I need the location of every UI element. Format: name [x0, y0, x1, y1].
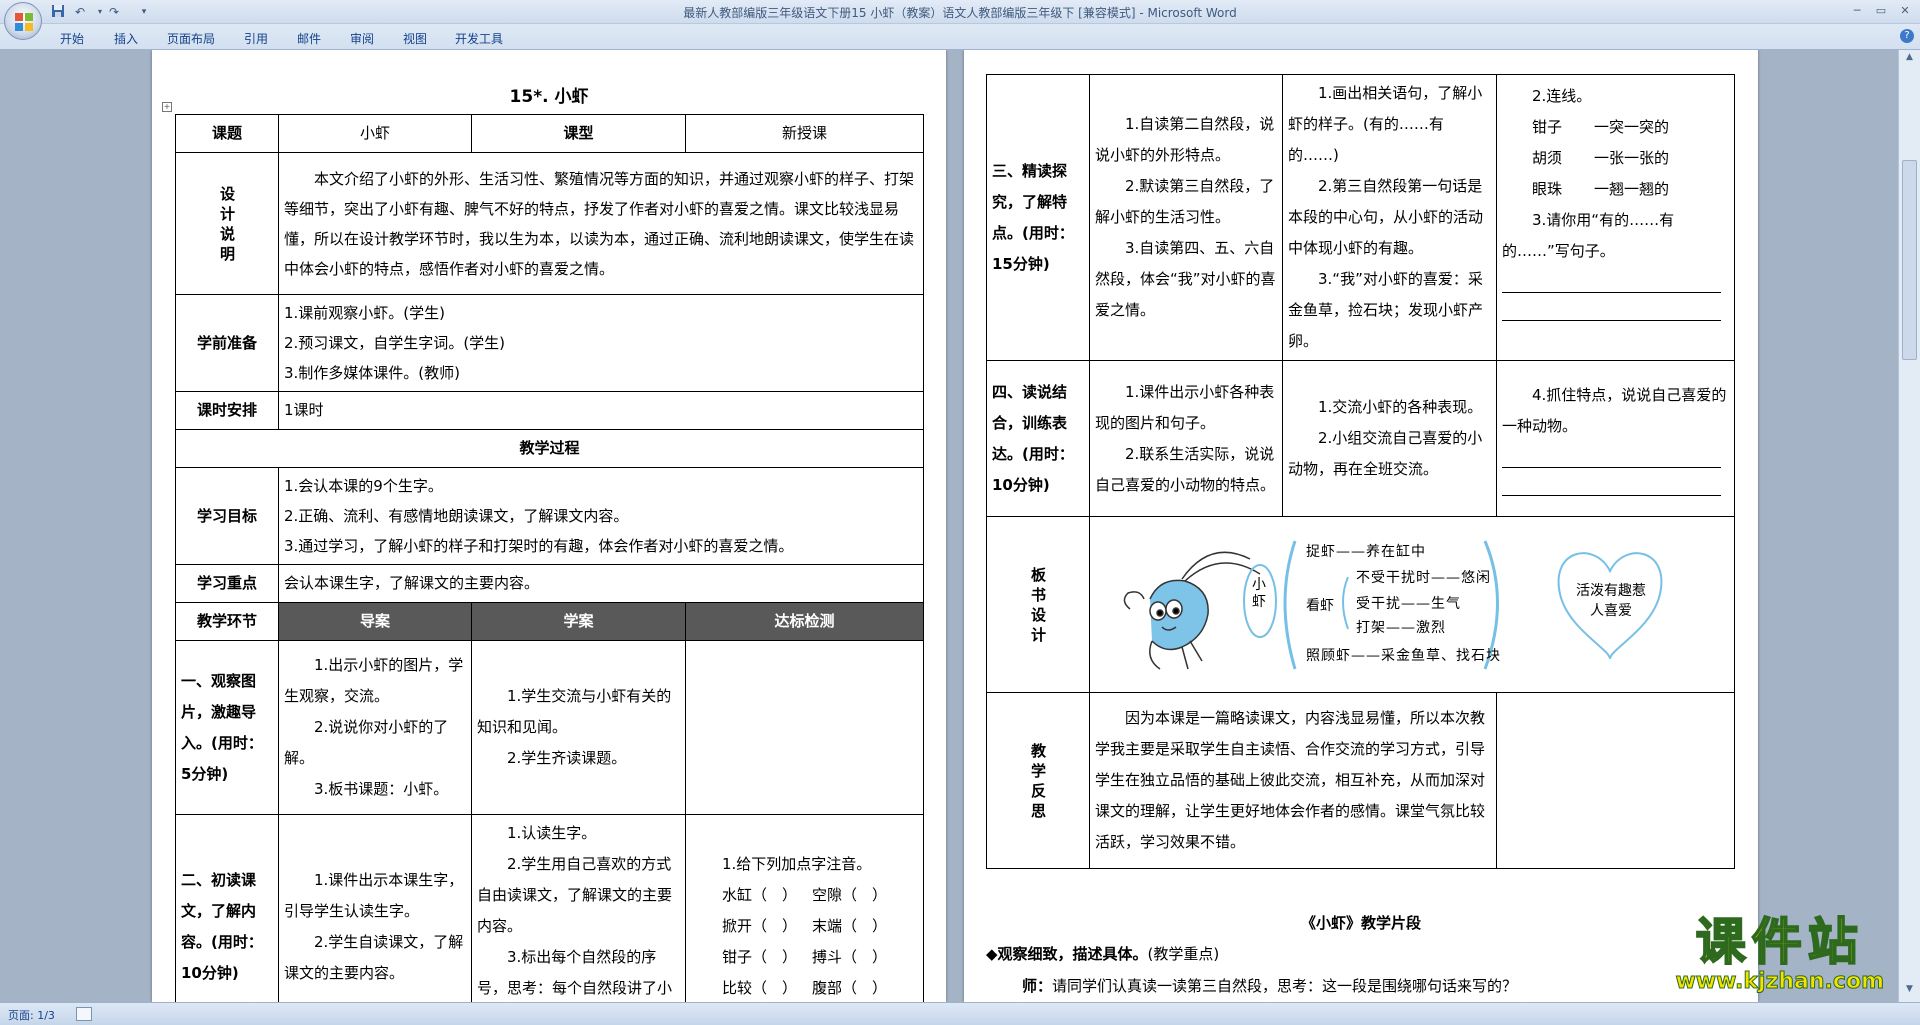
lesson-plan-table: 课题 小虾 课型 新授课 设计说明 本文介绍了小虾的外形、生活习性、繁殖情况等方… — [175, 114, 924, 1002]
page-1: 15*. 小虾 + 课题 小虾 课型 新授课 设计说明 本文介绍了小虾的外形、生… — [152, 50, 946, 1002]
tab-review[interactable]: 审阅 — [350, 30, 374, 47]
kjzhan-watermark: 课件站 www.kjzhan.com — [1675, 913, 1885, 994]
stage2-study: 1.认读生字。 2.学生用自己喜欢的方式自由读课文，了解课文的主要内容。 3.标… — [471, 814, 686, 1002]
answer-line[interactable] — [1502, 295, 1721, 321]
focus-value: 会认本课生字，了解课文的主要内容。 — [278, 564, 924, 603]
help-icon[interactable]: ? — [1900, 29, 1914, 43]
office-logo-icon — [15, 13, 33, 31]
goal-item: 1.会认本课的9个生字。 — [284, 477, 443, 495]
stage3-guide: 1.自读第二自然段，说说小虾的外形特点。 2.默读第三自然段，了解小虾的生活习性… — [1089, 74, 1283, 361]
board-heart-text: 活泼有趣惹人喜爱 — [1576, 582, 1646, 619]
stage3-label: 三、精读探究，了解特点。(用时：15分钟) — [986, 74, 1090, 361]
process-label: 教学过程 — [175, 429, 924, 468]
stage4-guide: 1.课件出示小虾各种表现的图片和句子。 2.联系生活实际，说说自己喜爱的小动物的… — [1089, 360, 1283, 517]
stage2-check: 1.给下列加点字注音。 水缸（ ）空隙（ ） 掀开（ ）末端（ ） 钳子（ ）搏… — [685, 814, 924, 1002]
time-label: 课时安排 — [175, 391, 279, 430]
table-move-handle-icon[interactable]: + — [162, 102, 172, 112]
scroll-up-icon[interactable]: ▲ — [1902, 52, 1917, 66]
board-design: 小虾 捉虾——养在缸中 看虾 不受干扰时——悠闲 受干扰——生气 打架——激烈 … — [1089, 516, 1735, 693]
scroll-down-icon[interactable]: ▼ — [1902, 984, 1917, 998]
time-value: 1课时 — [278, 391, 924, 430]
reflection-text: 因为本课是一篇略读课文，内容浅显易懂，所以本次教学我主要是采取学生自主读悟、合作… — [1089, 692, 1497, 869]
window-title: 最新人教部编版三年级语文下册15 小虾（教案）语文人教部编版三年级下 [兼容模式… — [683, 6, 1237, 20]
board-line-fight: 打架——激烈 — [1356, 619, 1446, 636]
stage3-check: 2.连线。 钳子 一突一突的 胡须 一张一张的 眼珠 一翘一翘的 3.请你用“有的……… — [1496, 74, 1735, 361]
board-label: 板书设计 — [986, 516, 1090, 693]
document-workspace: 15*. 小虾 + 课题 小虾 课型 新授课 设计说明 本文介绍了小虾的外形、生… — [0, 50, 1898, 1002]
stage1-label: 一、观察图片，激趣导入。(用时：5分钟) — [175, 640, 279, 815]
tab-references[interactable]: 引用 — [244, 30, 268, 47]
answer-line[interactable] — [1502, 442, 1721, 468]
tab-insert[interactable]: 插入 — [114, 30, 138, 47]
goal-item: 3.通过学习，了解小虾的样子和打架时的有趣，体会作者对小虾的喜爱之情。 — [284, 537, 794, 555]
tab-home[interactable]: 开始 — [60, 30, 84, 47]
page-2: 三、精读探究，了解特点。(用时：15分钟) 1.自读第二自然段，说说小虾的外形特… — [964, 50, 1758, 1002]
board-line-watch: 看虾 — [1306, 597, 1334, 614]
reflection-empty-cell — [1496, 692, 1735, 869]
reflection-label: 教学反思 — [986, 692, 1090, 869]
topic-label: 课题 — [175, 114, 279, 153]
stage4-study: 1.交流小虾的各种表现。 2.小组交流自己喜爱的小动物，再在全班交流。 — [1282, 360, 1497, 517]
check-column-header: 达标检测 — [685, 602, 924, 641]
focus-label: 学习重点 — [175, 564, 279, 603]
scroll-thumb[interactable] — [1902, 160, 1917, 360]
document-title: 15*. 小虾 — [509, 87, 589, 107]
tab-developer[interactable]: 开发工具 — [455, 30, 503, 47]
excerpt-title: 《小虾》教学片段 — [1300, 914, 1421, 932]
tab-view[interactable]: 视图 — [403, 30, 427, 47]
type-label: 课型 — [471, 114, 686, 153]
prep-item: 3.制作多媒体课件。(教师) — [284, 364, 461, 382]
lesson-plan-table-continued: 三、精读探究，了解特点。(用时：15分钟) 1.自读第二自然段，说说小虾的外形特… — [986, 74, 1735, 869]
ribbon-tabs: 开始 插入 页面布局 引用 邮件 审阅 视图 开发工具 ? — [0, 24, 1920, 50]
prep-label: 学前准备 — [175, 294, 279, 392]
check-title: 1.给下列加点字注音。 — [722, 855, 872, 873]
answer-line[interactable] — [1502, 267, 1721, 293]
office-button[interactable] — [4, 2, 42, 40]
stage1-check — [685, 640, 924, 815]
page-indicator[interactable]: 页面: 1/3 — [8, 1007, 55, 1023]
teacher-question: 师：请同学们认真读一读第三自然段，思考：这一段是围绕哪句话来写的？ — [1022, 977, 1518, 995]
stage3-study: 1.画出相关语句，了解小虾的样子。(有的……有的……) 2.第三自然段第一句话是… — [1282, 74, 1497, 361]
goal-item: 2.正确、流利、有感情地朗读课文，了解课文内容。 — [284, 507, 629, 525]
word-window: ↶ ▾ ↷ ▾ 最新人教部编版三年级语文下册15 小虾（教案）语文人教部编版三年… — [0, 0, 1920, 1025]
board-center-word: 小虾 — [1252, 576, 1266, 610]
topic-value: 小虾 — [278, 114, 472, 153]
design-text: 本文介绍了小虾的外形、生活习性、繁殖情况等方面的知识，并通过观察小虾的样子、打架… — [278, 152, 924, 295]
stage4-label: 四、读说结合，训练表达。(用时：10分钟) — [986, 360, 1090, 517]
goals-list: 1.会认本课的9个生字。 2.正确、流利、有感情地朗读课文，了解课文内容。 3.… — [278, 467, 924, 565]
title-bar: ↶ ▾ ↷ ▾ 最新人教部编版三年级语文下册15 小虾（教案）语文人教部编版三年… — [0, 0, 1920, 24]
answer-line[interactable] — [1502, 470, 1721, 496]
tab-layout[interactable]: 页面布局 — [167, 30, 215, 47]
design-label: 设计说明 — [175, 152, 279, 295]
prep-list: 1.课前观察小虾。(学生) 2.预习课文，自学生字词。(学生) 3.制作多媒体课… — [278, 294, 924, 392]
stage2-label: 二、初读课文，了解内容。(用时：10分钟) — [175, 814, 279, 1002]
prep-item: 1.课前观察小虾。(学生) — [284, 304, 446, 322]
proofing-icon[interactable] — [76, 1007, 92, 1021]
type-value: 新授课 — [685, 114, 924, 153]
stage4-check: 4.抓住特点，说说自己喜爱的一种动物。 — [1496, 360, 1735, 517]
goals-label: 学习目标 — [175, 467, 279, 565]
maximize-icon[interactable]: ▭ — [1870, 3, 1892, 19]
stage-column-header: 教学环节 — [175, 602, 279, 641]
study-column-header: 学案 — [471, 602, 686, 641]
observe-heading: ◆观察细致，描述具体。(教学重点) — [986, 945, 1220, 963]
close-icon[interactable]: ✕ — [1894, 3, 1916, 19]
shrimp-illustration-icon — [1123, 551, 1261, 670]
tab-mailings[interactable]: 邮件 — [297, 30, 321, 47]
guide-column-header: 导案 — [278, 602, 472, 641]
minimize-icon[interactable]: ─ — [1846, 3, 1868, 19]
stage2-guide: 1.课件出示本课生字，引导学生认读生字。 2.学生自读课文，了解课文的主要内容。 — [278, 814, 472, 1002]
prep-item: 2.预习课文，自学生字词。(学生) — [284, 334, 506, 352]
status-bar: 页面: 1/3 — [0, 1002, 1920, 1025]
stage1-guide: 1.出示小虾的图片，学生观察，交流。 2.说说你对小虾的了解。 3.板书课题：小… — [278, 640, 472, 815]
stage1-study: 1.学生交流与小虾有关的知识和见闻。 2.学生齐读课题。 — [471, 640, 686, 815]
vertical-scrollbar[interactable]: ▲ ▼ — [1898, 50, 1920, 1002]
board-line-care: 照顾虾——采金鱼草、找石块 — [1306, 647, 1501, 664]
